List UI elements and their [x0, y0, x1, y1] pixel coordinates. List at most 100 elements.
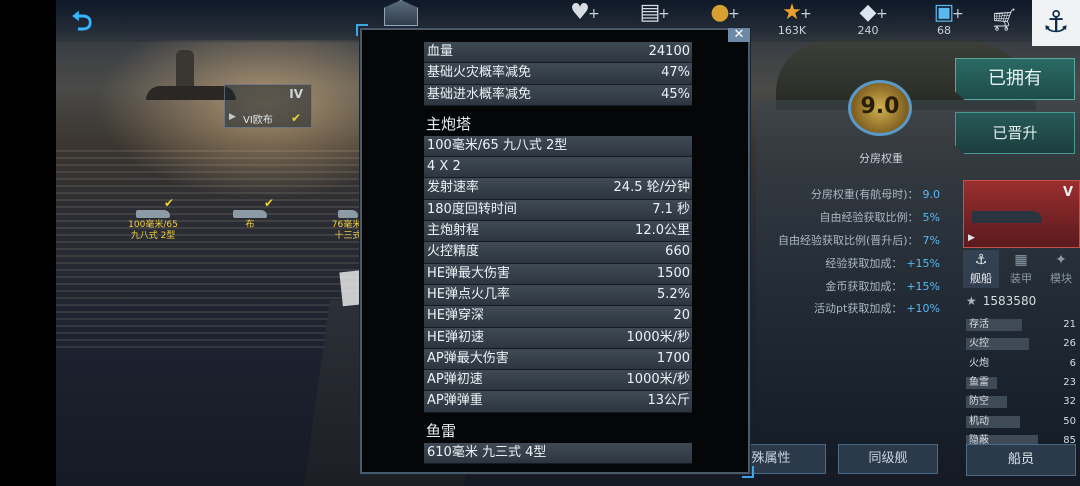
tab-bar: ⚓ 舰船 ▦ 装甲 ✦ 模块 — [963, 250, 1080, 288]
resource-value: 163K — [777, 24, 807, 37]
attribute-label: 存活 — [969, 319, 989, 330]
row-label: HE弹穿深 — [427, 308, 484, 324]
ship-card-selected[interactable]: IV ▶ VI欧布 ✔ — [224, 84, 312, 128]
ship-tier: V — [1062, 185, 1073, 200]
attribute-value: 32 — [1063, 396, 1076, 408]
stat-label: 活动pt获取加成： — [814, 302, 903, 315]
stat-row: 血量 24100 — [424, 42, 692, 64]
stat-row: 4 X 2 — [424, 157, 692, 179]
stat-value: 7% — [922, 234, 940, 247]
tab-ship[interactable]: ⚓ 舰船 — [963, 250, 999, 288]
tab-label: 模块 — [1050, 272, 1072, 285]
attribute-value: 50 — [1063, 415, 1076, 427]
ship-name: VI欧布 — [243, 115, 273, 126]
coin-icon: ● — [710, 0, 730, 25]
stat-row: 主炮射程 12.0公里 — [424, 221, 692, 243]
ship-silhouette-icon — [338, 210, 358, 218]
tab-module[interactable]: ✦ 模块 — [1043, 250, 1079, 288]
star-icon: ★ — [966, 294, 977, 308]
row-value: 5.2% — [656, 286, 690, 302]
tree-node-turret[interactable]: 100毫米/65 九八式 2型 — [118, 210, 188, 242]
attribute-row: 存活 21 — [966, 318, 1078, 332]
dialog-corner — [356, 24, 368, 36]
ship-silhouette-icon — [233, 210, 267, 218]
stat-line: 自由经验获取比例： 5% — [740, 209, 940, 227]
resource-diamond[interactable]: ◆ +240 — [836, 2, 900, 42]
stat-value: 9.0 — [922, 188, 941, 201]
back-button[interactable]: ⮌ — [62, 6, 102, 38]
points-value: 1583580 — [982, 294, 1037, 308]
stat-line: 经验获取加成： +15% — [740, 255, 940, 273]
shop-cart-icon[interactable]: 🛒︎ — [990, 8, 1018, 33]
plus-icon: + — [876, 6, 888, 22]
heart-icon: ♥ — [570, 0, 590, 25]
row-value: 24100 — [648, 44, 690, 59]
plus-icon: + — [658, 6, 670, 22]
crew-button[interactable]: 船员 — [966, 444, 1076, 476]
promoted-button[interactable]: 已晋升 — [955, 112, 1075, 154]
ship-thumbnail[interactable]: V ▶ — [963, 180, 1080, 248]
same-class-ships-button[interactable]: 同级舰 — [838, 444, 938, 474]
stat-value: +10% — [906, 302, 940, 315]
stat-label: 经验获取加成： — [825, 257, 903, 270]
row-value: 13公斤 — [647, 393, 690, 409]
row-label: 100毫米/65 九八式 2型 — [427, 137, 568, 153]
stat-row: HE弹最大伤害 1500 — [424, 263, 692, 285]
star-icon: ★ — [782, 0, 802, 25]
attribute-row: 火炮 6 — [966, 357, 1078, 371]
stat-row: HE弹点火几率 5.2% — [424, 284, 692, 307]
ship-hull-icon — [972, 211, 1042, 223]
section-title-turret: 主炮塔 — [426, 114, 472, 133]
armor-icon: ▦ — [1014, 252, 1028, 268]
stat-label: 自由经验获取比例(晋升后)： — [777, 234, 919, 247]
row-label: 180度回转时间 — [427, 201, 517, 217]
stat-line: 分房权重(有航母时)： 9.0 — [740, 186, 940, 204]
score-label: 分房权重 — [859, 152, 903, 165]
cube-icon: ▣ — [933, 0, 955, 25]
resource-value: 240 — [857, 24, 879, 37]
anchor-menu-button[interactable]: ⚓ — [1032, 0, 1080, 46]
stat-line: 活动pt获取加成： +10% — [740, 300, 940, 318]
row-label: 4 X 2 — [427, 159, 461, 175]
resource-star[interactable]: ★ +163K — [760, 2, 824, 42]
stat-row: HE弹初速 1000米/秒 — [424, 327, 692, 349]
row-label: AP弹初速 — [427, 372, 483, 388]
row-value: 1500 — [656, 265, 690, 281]
row-label: 血量 — [427, 44, 454, 59]
row-label: AP弹弹重 — [427, 393, 483, 409]
stat-row: HE弹穿深 20 — [424, 306, 692, 328]
check-icon: ✔ — [164, 196, 175, 210]
ship-icon: ⚓ — [974, 252, 988, 268]
row-label: 发射速率 — [427, 180, 480, 196]
row-value: 20 — [673, 308, 690, 324]
tree-node-line1: 100毫米/65 — [128, 220, 178, 230]
row-label: 主炮射程 — [427, 223, 480, 239]
resource-cube[interactable]: ▣ +68 — [912, 2, 976, 42]
stat-value: 5% — [922, 211, 940, 224]
attribute-row: 机动 50 — [966, 415, 1078, 429]
tree-node-line2: 十三式 — [334, 231, 362, 241]
close-button[interactable]: ✕ — [728, 28, 750, 42]
stat-value: +15% — [906, 257, 940, 270]
row-label: HE弹点火几率 — [427, 286, 510, 302]
ship-silhouette-icon — [136, 210, 170, 218]
row-label: 基础进水概率减免 — [427, 86, 532, 102]
row-value: 7.1 秒 — [652, 201, 690, 217]
stat-value: +15% — [906, 280, 940, 293]
plus-icon: + — [952, 6, 964, 22]
row-label: 基础火灾概率减免 — [427, 65, 532, 81]
stats-list[interactable]: 血量 24100 基础火灾概率减免 47% 基础进水概率减免 45% 主炮塔 100毫米/65… — [424, 42, 692, 465]
tab-armor[interactable]: ▦ 装甲 — [1003, 250, 1039, 288]
stat-row: AP弹最大伤害 1700 — [424, 348, 692, 371]
owned-button[interactable]: 已拥有 — [955, 58, 1075, 100]
row-value: 1700 — [656, 350, 690, 366]
card-icon: ▤ — [639, 0, 661, 25]
row-value: 24.5 轮/分钟 — [613, 180, 690, 196]
attribute-label: 鱼雷 — [969, 376, 989, 388]
tree-node-hull[interactable]: 布 — [220, 210, 280, 231]
stat-row: 基础进水概率减免 45% — [424, 84, 692, 106]
row-label: 610毫米 九三式 4型 — [427, 444, 547, 460]
row-value: 45% — [661, 86, 690, 102]
tab-label: 舰船 — [970, 272, 992, 285]
plus-icon: + — [800, 6, 812, 22]
